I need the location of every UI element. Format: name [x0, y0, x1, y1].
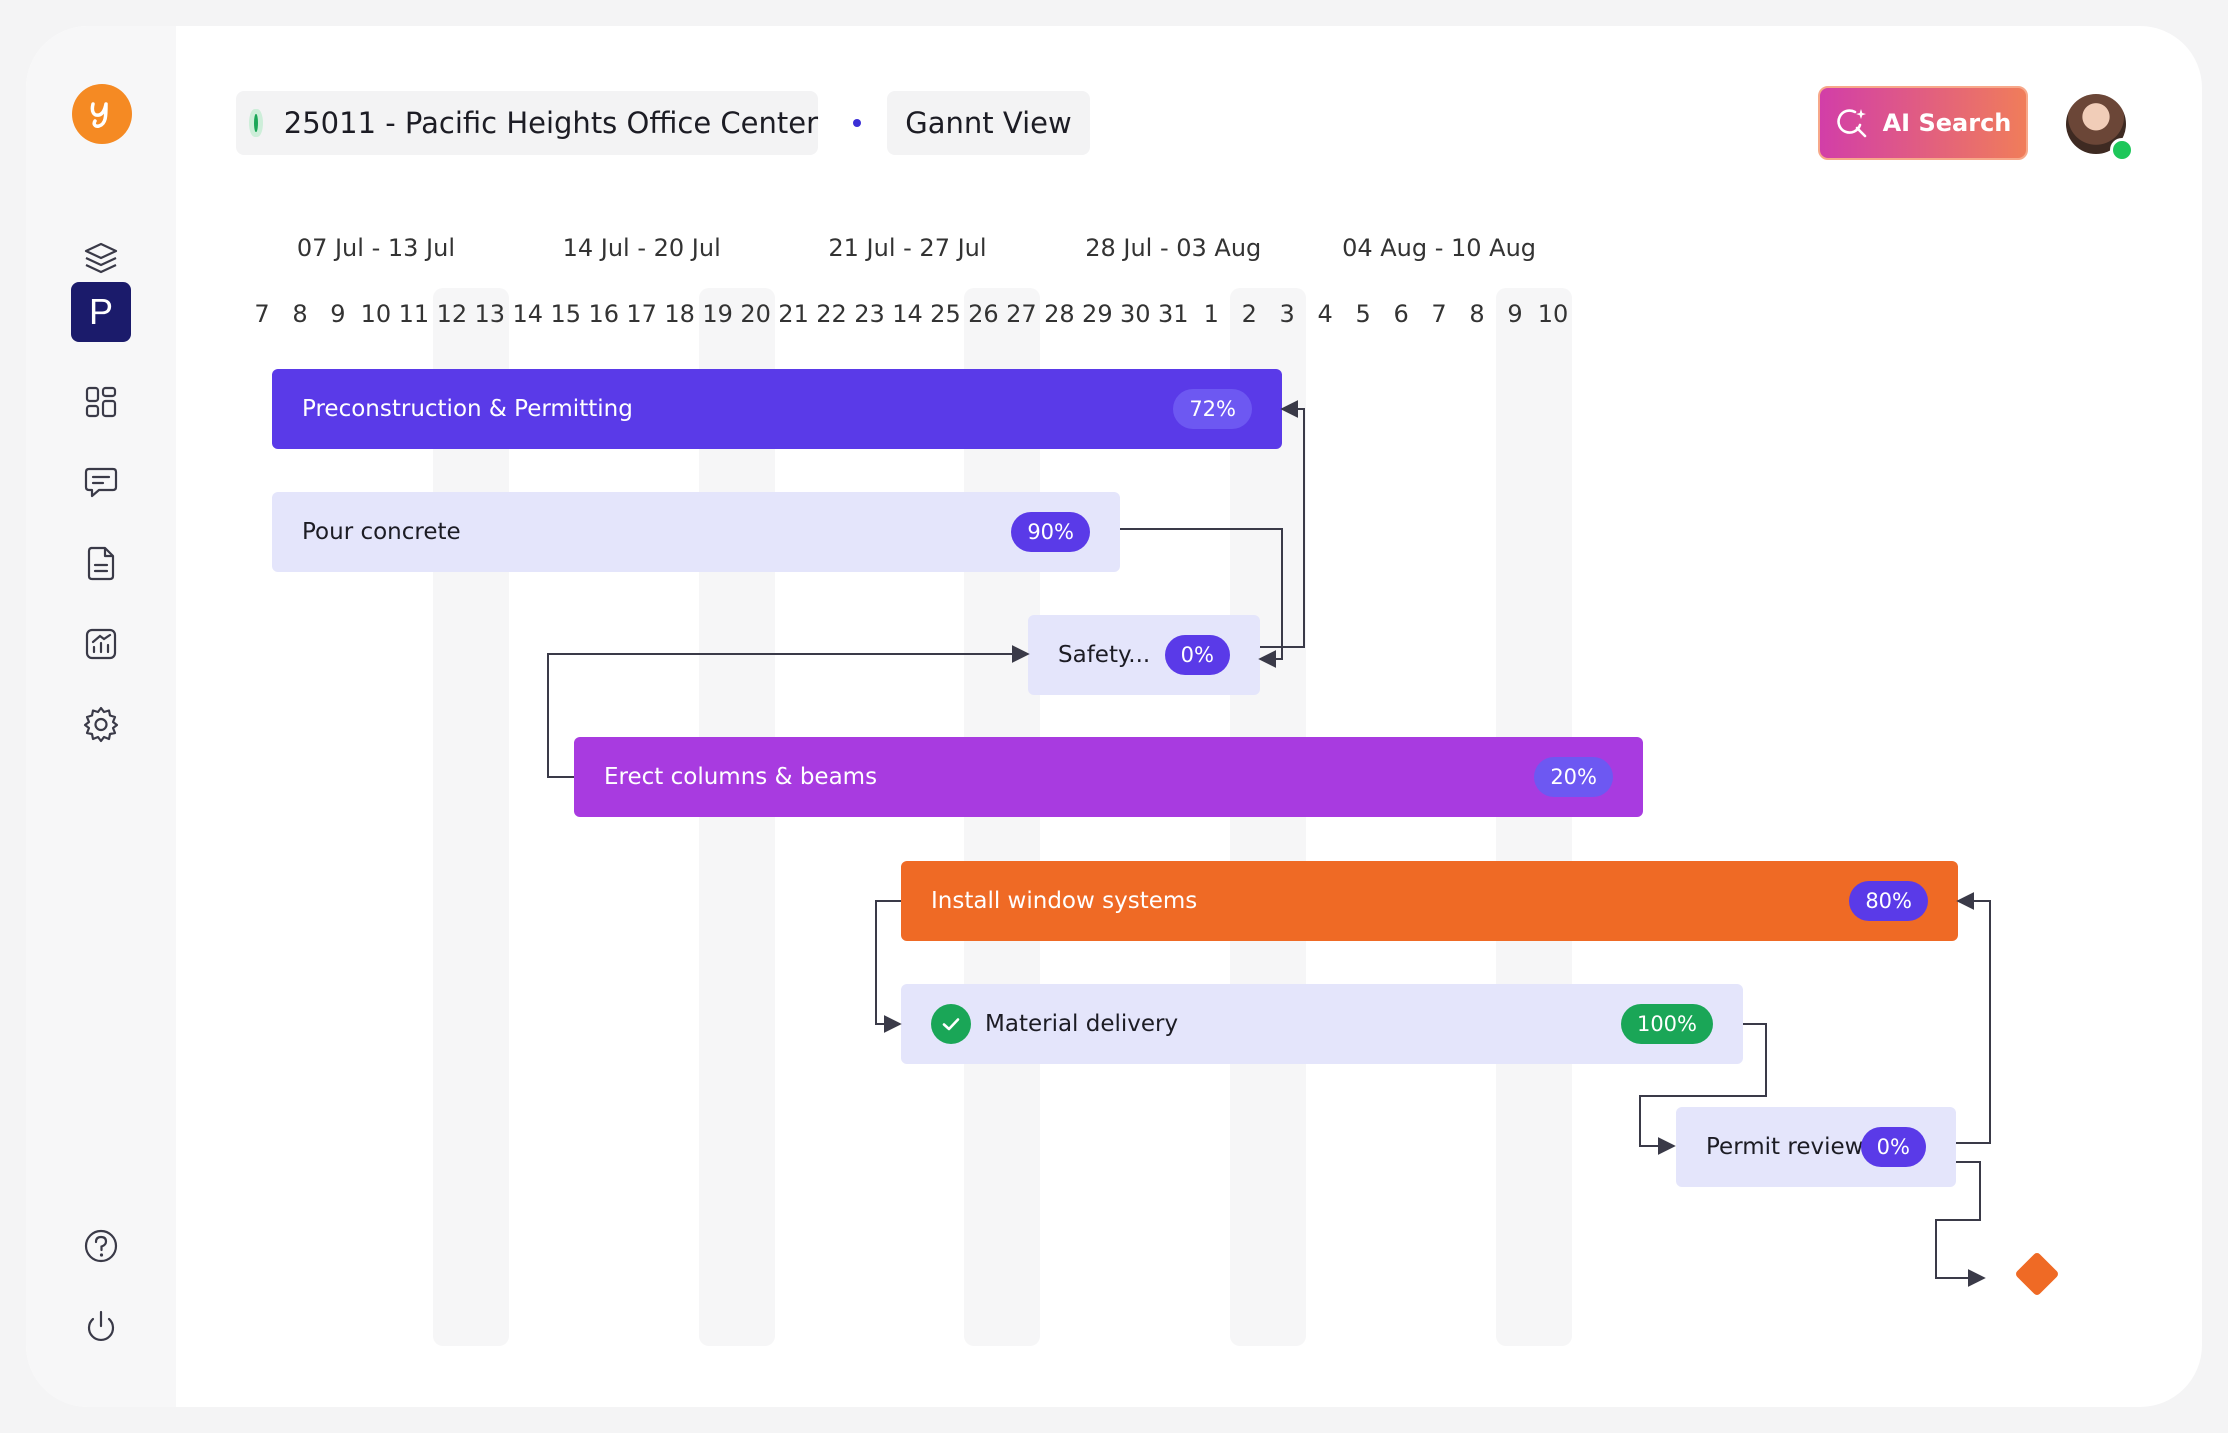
sidebar-item-settings[interactable]	[71, 694, 131, 754]
link-erect-to-safety	[547, 645, 1030, 778]
sidebar-item-messages[interactable]	[71, 452, 131, 512]
document-icon	[87, 546, 115, 581]
dependency-links	[547, 400, 1991, 1287]
gear-icon	[83, 706, 119, 743]
chat-icon	[84, 467, 118, 498]
link-install-to-material	[875, 900, 902, 1033]
layers-icon	[84, 242, 118, 274]
link-permit-to-milestone	[1935, 1161, 1986, 1287]
link-material-to-permit	[1639, 1023, 1767, 1155]
logo-icon	[90, 102, 108, 128]
app-window: P 25011 - Pacific Heights Office Center …	[26, 26, 2202, 1407]
sidebar-item-reports[interactable]	[71, 614, 131, 674]
sidebar: P	[26, 26, 176, 1407]
logout-button[interactable]	[71, 1297, 131, 1357]
chart-icon	[85, 628, 117, 660]
sidebar-item-layers[interactable]	[71, 228, 131, 288]
gantt-chart: 07 Jul - 13 Jul 14 Jul - 20 Jul 21 Jul - 2…	[176, 26, 2202, 1407]
help-icon	[84, 1229, 118, 1263]
project-p-icon: P	[88, 291, 113, 332]
link-permit-to-install	[1956, 892, 1991, 1144]
sidebar-item-projects[interactable]: P	[71, 282, 131, 342]
brand-logo[interactable]	[72, 84, 132, 144]
sidebar-item-documents[interactable]	[71, 533, 131, 593]
power-icon	[87, 1310, 115, 1341]
help-button[interactable]	[71, 1216, 131, 1276]
link-pour-concrete-to-safety	[1120, 528, 1283, 668]
main-area: 25011 - Pacific Heights Office Center Ga…	[176, 26, 2202, 1407]
grid-icon	[85, 386, 117, 418]
sidebar-item-dashboard[interactable]	[71, 372, 131, 432]
